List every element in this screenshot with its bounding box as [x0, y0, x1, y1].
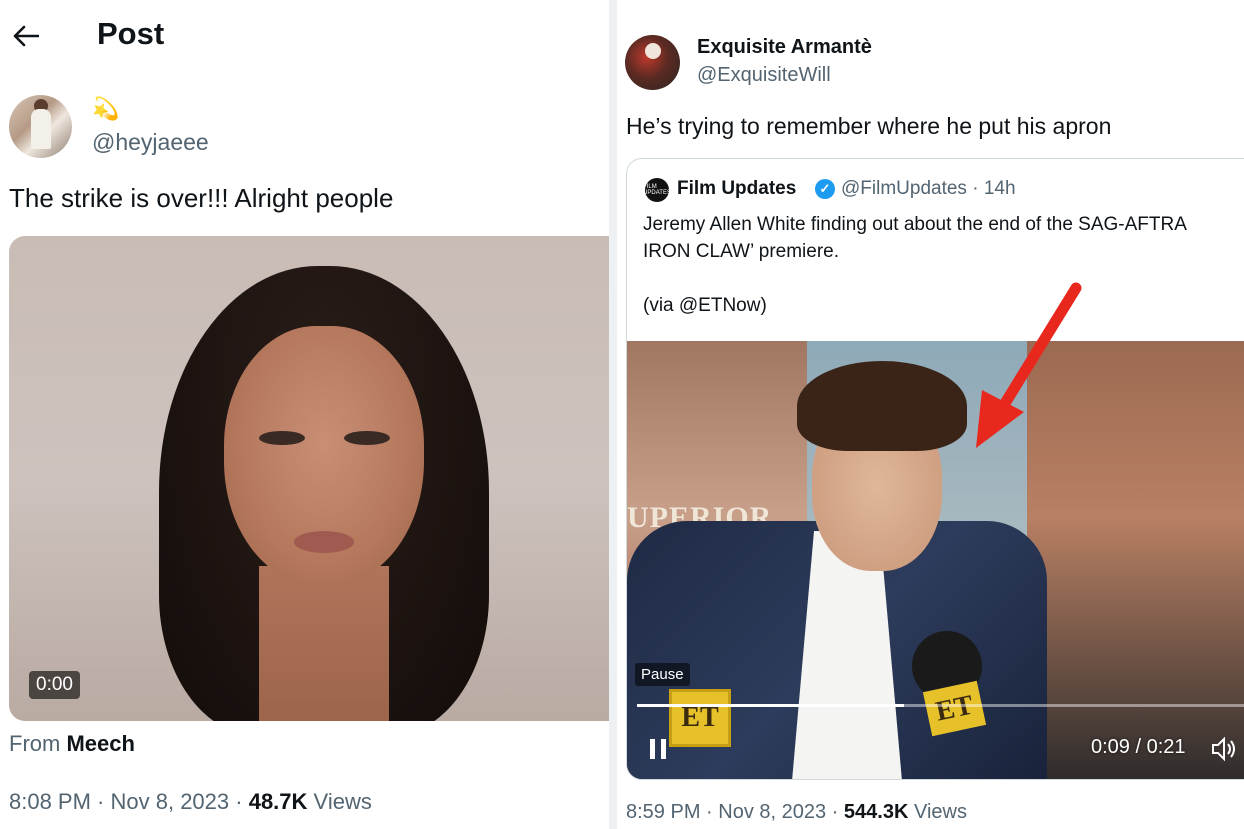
- author-name-emoji[interactable]: 💫: [92, 96, 119, 122]
- post-date[interactable]: Nov 8, 2023: [718, 801, 826, 823]
- verified-badge-icon: ✓: [815, 179, 835, 199]
- post-time[interactable]: 8:08 PM: [9, 789, 91, 814]
- page-title: Post: [97, 16, 165, 51]
- views-count: 48.7K: [248, 789, 308, 814]
- quoted-line-3: (via @ETNow): [643, 295, 767, 316]
- red-arrow-annotation: [976, 282, 1082, 448]
- post-meta: 8:59 PM · Nov 8, 2023 · 544.3K Views: [626, 801, 967, 823]
- post-text: He’s trying to remember where he put his…: [626, 113, 1112, 139]
- video-time: 0:09 / 0:21: [1091, 736, 1186, 758]
- quoted-author-meta: @FilmUpdates · 14h: [841, 178, 1016, 199]
- quoted-post[interactable]: FILM UPDATES Film Updates ✓ @FilmUpdates…: [626, 158, 1244, 780]
- post-date[interactable]: Nov 8, 2023: [111, 789, 230, 814]
- views-label: Views: [313, 789, 372, 814]
- quoted-avatar[interactable]: FILM UPDATES: [643, 178, 671, 202]
- avatar[interactable]: [9, 95, 72, 158]
- video-player[interactable]: 0:00: [9, 236, 609, 721]
- source-prefix: From: [9, 731, 61, 756]
- pause-tooltip: Pause: [635, 663, 690, 686]
- views-count: 544.3K: [843, 801, 909, 823]
- progress-bar[interactable]: [637, 704, 1244, 707]
- video-time-current: 0:09: [1091, 736, 1130, 758]
- quoted-author-name[interactable]: Film Updates: [677, 178, 796, 200]
- quoted-post-text: Jeremy Allen White finding out about the…: [643, 211, 1187, 319]
- pause-icon[interactable]: [633, 729, 683, 769]
- divider: [609, 0, 617, 829]
- quoted-line-2: IRON CLAW’ premiere.: [643, 241, 840, 262]
- left-post-panel: Post 💫 @heyjaeee The strike is over!!! A…: [0, 0, 609, 829]
- post-meta: 8:08 PM · Nov 8, 2023 · 48.7K Views: [9, 789, 372, 814]
- quoted-author-handle[interactable]: @FilmUpdates: [841, 178, 967, 199]
- quoted-post-age[interactable]: 14h: [984, 178, 1016, 199]
- right-post-panel: Exquisite Armantè @ExquisiteWill He’s tr…: [617, 0, 1244, 829]
- volume-icon[interactable]: [1209, 734, 1241, 766]
- post-text: The strike is over!!! Alright people: [9, 183, 394, 213]
- video-player[interactable]: UPERIOR ET ET Pause 0:09 / 0:21: [627, 341, 1244, 779]
- views-label: Views: [913, 801, 967, 823]
- author-name[interactable]: Exquisite Armantè: [697, 36, 872, 59]
- back-arrow-icon[interactable]: [10, 20, 42, 52]
- author-handle[interactable]: @ExquisiteWill: [697, 64, 831, 87]
- avatar[interactable]: [625, 35, 680, 90]
- progress-fill: [637, 704, 904, 707]
- source-attribution: From Meech: [9, 731, 135, 757]
- quoted-line-1: Jeremy Allen White finding out about the…: [643, 214, 1187, 235]
- post-time[interactable]: 8:59 PM: [626, 801, 700, 823]
- author-handle[interactable]: @heyjaeee: [92, 129, 209, 156]
- source-name[interactable]: Meech: [66, 731, 134, 756]
- video-time-total: 0:21: [1146, 736, 1186, 758]
- video-time-badge: 0:00: [29, 671, 80, 699]
